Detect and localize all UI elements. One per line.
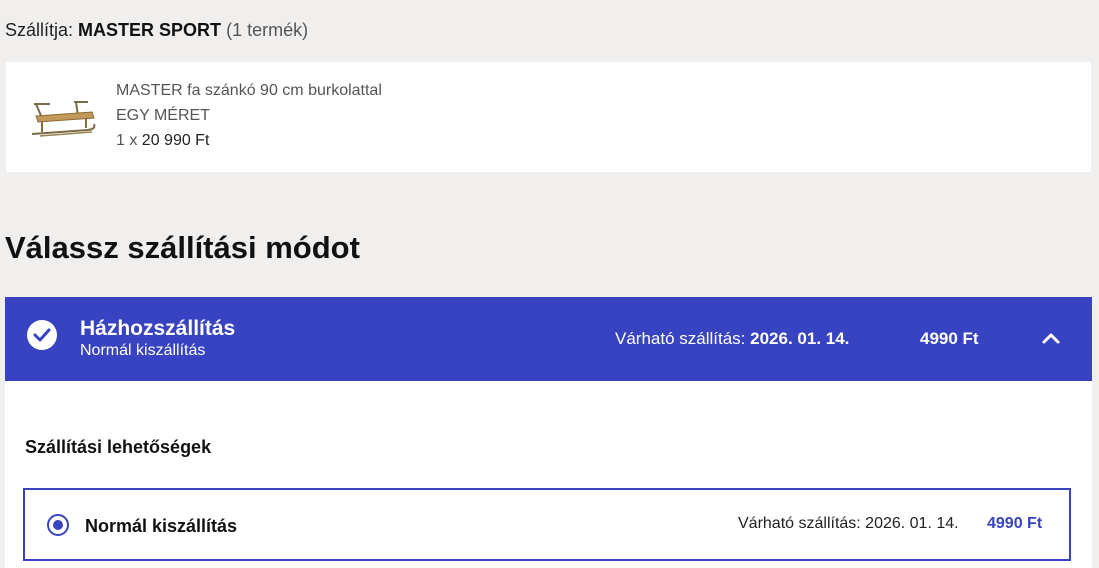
shipping-options-title: Szállítási lehetőségek: [25, 437, 212, 457]
option-price: 4990 Ft: [987, 515, 1043, 532]
product-title[interactable]: MASTER fa szánkó 90 cm burkolattal: [116, 78, 382, 103]
seller-name: MASTER SPORT: [78, 20, 222, 40]
wooden-sled-image[interactable]: [28, 92, 98, 142]
chevron-up-icon[interactable]: [1041, 331, 1061, 345]
shipping-option-normal[interactable]: Normál kiszállítás Várható szállítás: 20…: [23, 488, 1071, 561]
shipping-section-title: Válassz szállítási módot: [5, 230, 360, 265]
product-price: 20 990 Ft: [141, 132, 210, 149]
method-price: 4990 Ft: [920, 329, 979, 348]
radio-selected-icon[interactable]: [47, 514, 69, 536]
seller-line: Szállítja: MASTER SPORT (1 termék): [5, 20, 308, 41]
product-qty-price: 1 x 20 990 Ft: [116, 128, 382, 153]
seller-prefix: Szállítja:: [5, 20, 74, 40]
product-info: MASTER fa szánkó 90 cm burkolattal EGY M…: [116, 78, 382, 153]
seller-item-count: (1 termék): [226, 20, 309, 40]
method-name: Házhozszállítás: [80, 317, 236, 340]
method-eta: Várható szállítás: 2026. 01. 14.: [615, 329, 849, 349]
method-eta-date: 2026. 01. 14.: [750, 329, 850, 348]
product-card: MASTER fa szánkó 90 cm burkolattal EGY M…: [6, 62, 1091, 172]
product-size: EGY MÉRET: [116, 107, 210, 124]
option-eta: Várható szállítás: 2026. 01. 14.: [738, 515, 959, 532]
shipping-method-home-delivery[interactable]: Házhozszállítás Normál kiszállítás Várha…: [5, 297, 1092, 381]
option-label: Normál kiszállítás: [85, 516, 238, 536]
shipping-options-panel: Szállítási lehetőségek Normál kiszállítá…: [5, 381, 1092, 568]
check-circle-icon: [27, 320, 57, 350]
method-subtitle: Normál kiszállítás: [80, 342, 206, 359]
product-qty: 1 x: [116, 132, 138, 149]
method-eta-label: Várható szállítás:: [615, 329, 746, 348]
